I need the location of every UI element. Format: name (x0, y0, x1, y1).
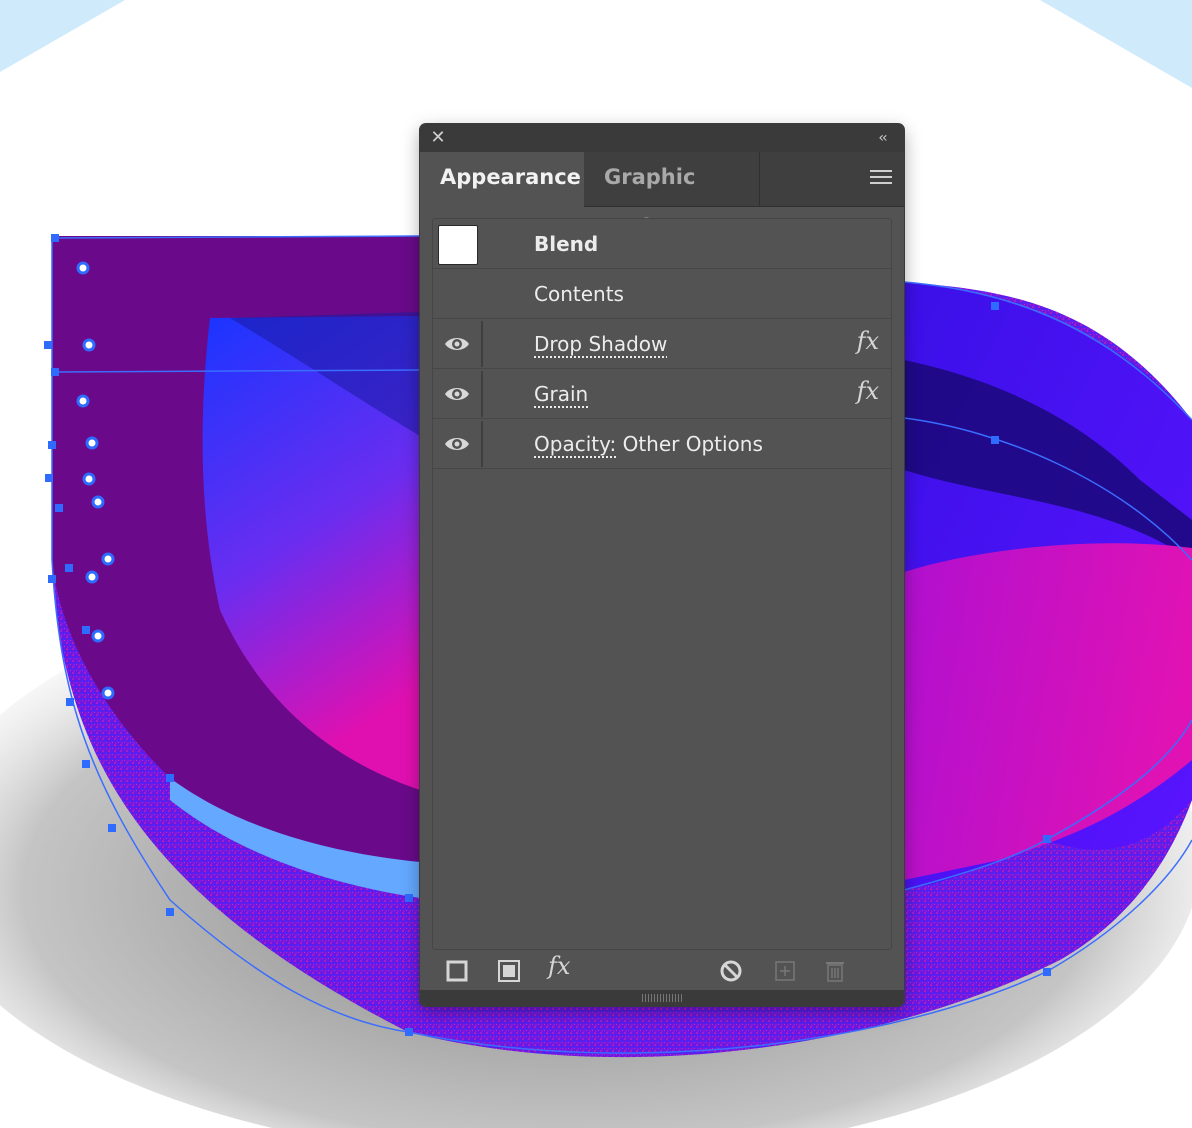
duplicate-item-icon (775, 961, 795, 981)
clear-appearance-icon[interactable] (718, 958, 744, 984)
opacity-link[interactable]: Opacity: (534, 432, 616, 456)
row-label: Contents (534, 282, 624, 306)
row-divider (481, 321, 483, 367)
corner-shape-right (1040, 0, 1192, 88)
panel-tabbar: Appearance Graphic Styles (420, 152, 904, 239)
delete-item-icon (826, 962, 844, 982)
eye-icon[interactable] (443, 433, 471, 455)
opacity-label: Opacity: Other Options (534, 419, 763, 469)
row-contents[interactable]: Contents (433, 269, 891, 319)
corner-shape-left (0, 0, 125, 72)
row-blend[interactable]: Blend (433, 219, 891, 269)
effect-link-grain[interactable]: Grain (534, 369, 588, 419)
collapse-panel-icon[interactable]: ‹‹ (872, 129, 892, 147)
appearance-panel: ✕ ‹‹ Appearance Graphic Styles Blend Con… (420, 124, 904, 1006)
fx-icon[interactable]: fx (857, 377, 879, 405)
grip-lines (642, 994, 682, 1002)
eye-icon[interactable] (443, 383, 471, 405)
row-divider (481, 371, 483, 417)
row-label: Blend (534, 232, 599, 256)
panel-titlebar[interactable]: ✕ ‹‹ (420, 124, 904, 153)
panel-bottom-toolbar: fx (420, 950, 904, 990)
tab-graphic-styles[interactable]: Graphic Styles (584, 152, 760, 239)
panel-resize-grip[interactable] (420, 990, 904, 1006)
add-new-stroke-icon[interactable] (444, 958, 470, 984)
add-new-fill-icon[interactable] (496, 958, 522, 984)
tab-appearance[interactable]: Appearance (420, 152, 584, 207)
effect-link-drop-shadow[interactable]: Drop Shadow (534, 319, 667, 369)
fx-icon[interactable]: fx (857, 327, 879, 355)
add-new-effect-icon[interactable]: fx (548, 952, 582, 980)
appearance-list: Blend Contents Drop Shadow fx Grain fx O… (432, 218, 892, 950)
close-icon[interactable]: ✕ (429, 129, 447, 147)
row-divider (481, 421, 483, 467)
opacity-value: Other Options (622, 432, 763, 456)
panel-menu-icon[interactable] (870, 170, 892, 188)
row-grain[interactable]: Grain fx (433, 369, 891, 419)
row-drop-shadow[interactable]: Drop Shadow fx (433, 319, 891, 369)
eye-icon[interactable] (443, 333, 471, 355)
row-opacity[interactable]: Opacity: Other Options (433, 419, 891, 469)
object-thumbnail (438, 225, 478, 265)
